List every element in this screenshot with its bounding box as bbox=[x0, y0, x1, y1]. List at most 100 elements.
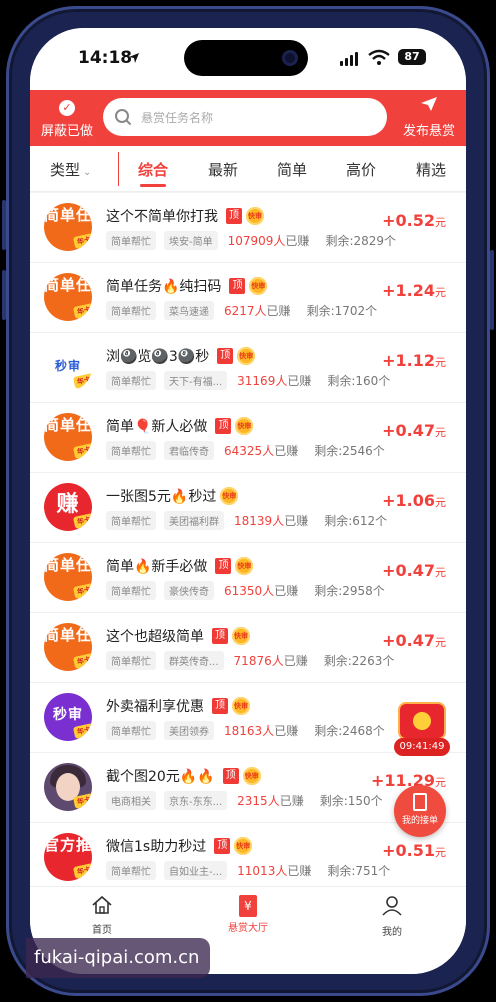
task-title: 这个不简单你打我 bbox=[106, 209, 218, 225]
red-packet-icon bbox=[400, 704, 444, 738]
fast-review-badge: 快审 bbox=[235, 557, 254, 575]
avatar-text: 赚 bbox=[56, 492, 80, 517]
reward-unit: 元 bbox=[435, 356, 446, 369]
tab-simple[interactable]: 简单 bbox=[277, 159, 307, 180]
earned-label: 已赚 bbox=[266, 304, 291, 318]
reward-value: +1.12 bbox=[382, 351, 435, 370]
category-chip: 简单帮忙 bbox=[106, 511, 156, 530]
remaining-count: 剩余:150个 bbox=[319, 794, 383, 808]
earned-count: 107909人 bbox=[227, 234, 286, 248]
remaining-count: 剩余:2958个 bbox=[314, 584, 385, 598]
task-avatar: 简单任年卡 bbox=[44, 623, 92, 671]
avatar-text: 简单任 bbox=[44, 626, 92, 644]
tab-comprehensive[interactable]: 综合 bbox=[138, 159, 168, 180]
reward-amount: +1.24元 bbox=[382, 281, 446, 300]
send-icon bbox=[421, 97, 437, 111]
location-arrow-icon bbox=[129, 53, 139, 63]
type-filter-label: 类型 bbox=[50, 161, 81, 179]
top-tag: 顶 bbox=[215, 558, 232, 574]
remaining-count: 剩余:2829个 bbox=[325, 234, 397, 248]
remaining-count: 剩余:160个 bbox=[327, 374, 391, 388]
task-row[interactable]: 简单任 年卡 简单🎈新人必做顶快审 简单帮忙 君临传奇 64325人 已赚 剩余:2546… bbox=[30, 403, 466, 473]
reward-unit: 元 bbox=[435, 496, 446, 509]
task-avatar: 秒审 年卡 bbox=[44, 343, 92, 391]
task-row[interactable]: 官方推 年卡 微信1s助力秒过顶快审 简单帮忙 自如业主-... 11013人 已赚 剩余… bbox=[30, 823, 466, 893]
avatar-badge: 年卡 bbox=[72, 863, 92, 879]
avatar-badge: 年卡 bbox=[72, 373, 92, 389]
earned-label: 已赚 bbox=[274, 444, 299, 458]
top-tag: 顶 bbox=[215, 418, 232, 434]
side-button bbox=[2, 270, 6, 320]
task-title: 简单🔥新手必做 bbox=[106, 559, 208, 575]
fast-review-badge: 快审 bbox=[234, 837, 253, 855]
status-time: 14:18 bbox=[78, 48, 133, 68]
reward-value: +1.06 bbox=[382, 491, 435, 510]
task-row[interactable]: 简单任 年卡 简单🔥新手必做顶快审 简单帮忙 豪侠传奇 61350人 已赚 剩余:2958… bbox=[30, 543, 466, 613]
avatar-badge: 年卡 bbox=[72, 653, 92, 669]
task-row[interactable]: 简单任 年卡 这个不简单你打我顶快审 简单帮忙 埃安-简单 107909人 已赚 剩余:2… bbox=[30, 193, 466, 263]
reward-unit: 元 bbox=[435, 216, 446, 229]
reward-unit: 元 bbox=[435, 776, 446, 789]
publish-button[interactable]: 发布悬赏 bbox=[396, 96, 462, 139]
avatar-badge: 年卡 bbox=[72, 513, 92, 529]
task-row[interactable]: 秒审 年卡 浏🎱览🎱3🎱秒顶快审 简单帮忙 天下-有福... 31169人 已赚 剩余:1… bbox=[30, 333, 466, 403]
task-row[interactable]: 简单任 年卡 简单任务🔥纯扫码顶快审 简单帮忙 菜鸟速递 6217人 已赚 剩余:1702… bbox=[30, 263, 466, 333]
fast-review-badge: 快审 bbox=[232, 697, 250, 715]
publisher-chip: 群英传奇... bbox=[164, 651, 224, 670]
earned-count: 61350人 bbox=[224, 584, 275, 598]
active-tab-indicator bbox=[140, 184, 166, 187]
reward-amount: +1.06元 bbox=[382, 491, 446, 510]
avatar-text: 秒审 bbox=[53, 707, 83, 723]
top-tag: 顶 bbox=[222, 768, 239, 784]
earned-label: 已赚 bbox=[287, 864, 312, 878]
yen-icon: ¥ bbox=[239, 895, 257, 917]
publisher-chip: 君临传奇 bbox=[164, 441, 214, 460]
task-title: 截个图20元🔥🔥 bbox=[106, 769, 215, 785]
side-button bbox=[490, 250, 494, 330]
nav-mine[interactable]: 我的 bbox=[352, 895, 432, 938]
tab-high-price[interactable]: 高价 bbox=[346, 159, 376, 180]
earned-count: 18163人 bbox=[224, 724, 275, 738]
task-title: 外卖福利享优惠 bbox=[106, 699, 204, 715]
task-avatar: 简单任 年卡 bbox=[44, 553, 92, 601]
nav-reward-hall[interactable]: ¥ 悬赏大厅 bbox=[208, 895, 288, 934]
countdown-timer: 09:41:49 bbox=[394, 738, 450, 756]
top-tag: 顶 bbox=[217, 348, 234, 364]
reward-unit: 元 bbox=[435, 426, 446, 439]
earned-label: 已赚 bbox=[274, 584, 299, 598]
task-title: 浏🎱览🎱3🎱秒 bbox=[106, 349, 210, 365]
app-screen: 14:18 87 ✓ 屏蔽已做 悬赏任务名称 发布悬赏 类型 ⌄ 综合 最新 简单… bbox=[30, 28, 466, 974]
type-filter-dropdown[interactable]: 类型 ⌄ bbox=[50, 159, 91, 180]
home-icon bbox=[92, 895, 112, 914]
reward-unit: 元 bbox=[435, 636, 446, 649]
category-chip: 简单帮忙 bbox=[106, 301, 156, 320]
nav-home[interactable]: 首页 bbox=[62, 895, 142, 936]
avatar-badge: 年卡 bbox=[72, 443, 92, 459]
wifi-icon bbox=[368, 49, 390, 65]
fast-review-badge: 快审 bbox=[232, 627, 250, 645]
hide-done-button[interactable]: ✓ 屏蔽已做 bbox=[36, 96, 98, 139]
side-button bbox=[2, 200, 6, 250]
fast-review-badge: 快审 bbox=[220, 487, 239, 505]
task-list: 简单任 年卡 这个不简单你打我顶快审 简单帮忙 埃安-简单 107909人 已赚 剩余:2… bbox=[30, 193, 466, 893]
publisher-chip: 天下-有福... bbox=[164, 371, 228, 390]
fast-review-badge: 快审 bbox=[235, 417, 254, 435]
avatar-text: 简单任 bbox=[44, 556, 92, 574]
fast-review-badge: 快审 bbox=[246, 207, 264, 225]
tab-latest[interactable]: 最新 bbox=[208, 159, 238, 180]
category-chip: 简单帮忙 bbox=[106, 721, 156, 740]
search-input[interactable]: 悬赏任务名称 bbox=[103, 98, 387, 136]
tab-featured[interactable]: 精选 bbox=[416, 159, 446, 180]
red-packet-widget[interactable]: 09:41:49 bbox=[394, 704, 450, 758]
earned-count: 31169人 bbox=[237, 374, 288, 388]
publisher-chip: 埃安-简单 bbox=[164, 231, 218, 250]
earned-label: 已赚 bbox=[285, 234, 310, 248]
task-row[interactable]: 赚年卡 一张图5元🔥秒过 快审 简单帮忙 美团福利群 18139人 已赚 剩余:612个 … bbox=[30, 473, 466, 543]
top-tag: 顶 bbox=[212, 628, 228, 644]
publisher-chip: 豪侠传奇 bbox=[164, 581, 214, 600]
avatar-text: 简单任 bbox=[44, 416, 92, 434]
my-orders-button[interactable]: 我的接单 bbox=[394, 785, 446, 837]
task-avatar: 简单任年卡 bbox=[44, 413, 92, 461]
avatar-badge: 年卡 bbox=[72, 303, 92, 319]
task-row[interactable]: 简单任 年卡 这个也超级简单顶快审 简单帮忙 群英传奇... 71876人 已赚 剩余:2… bbox=[30, 613, 466, 683]
